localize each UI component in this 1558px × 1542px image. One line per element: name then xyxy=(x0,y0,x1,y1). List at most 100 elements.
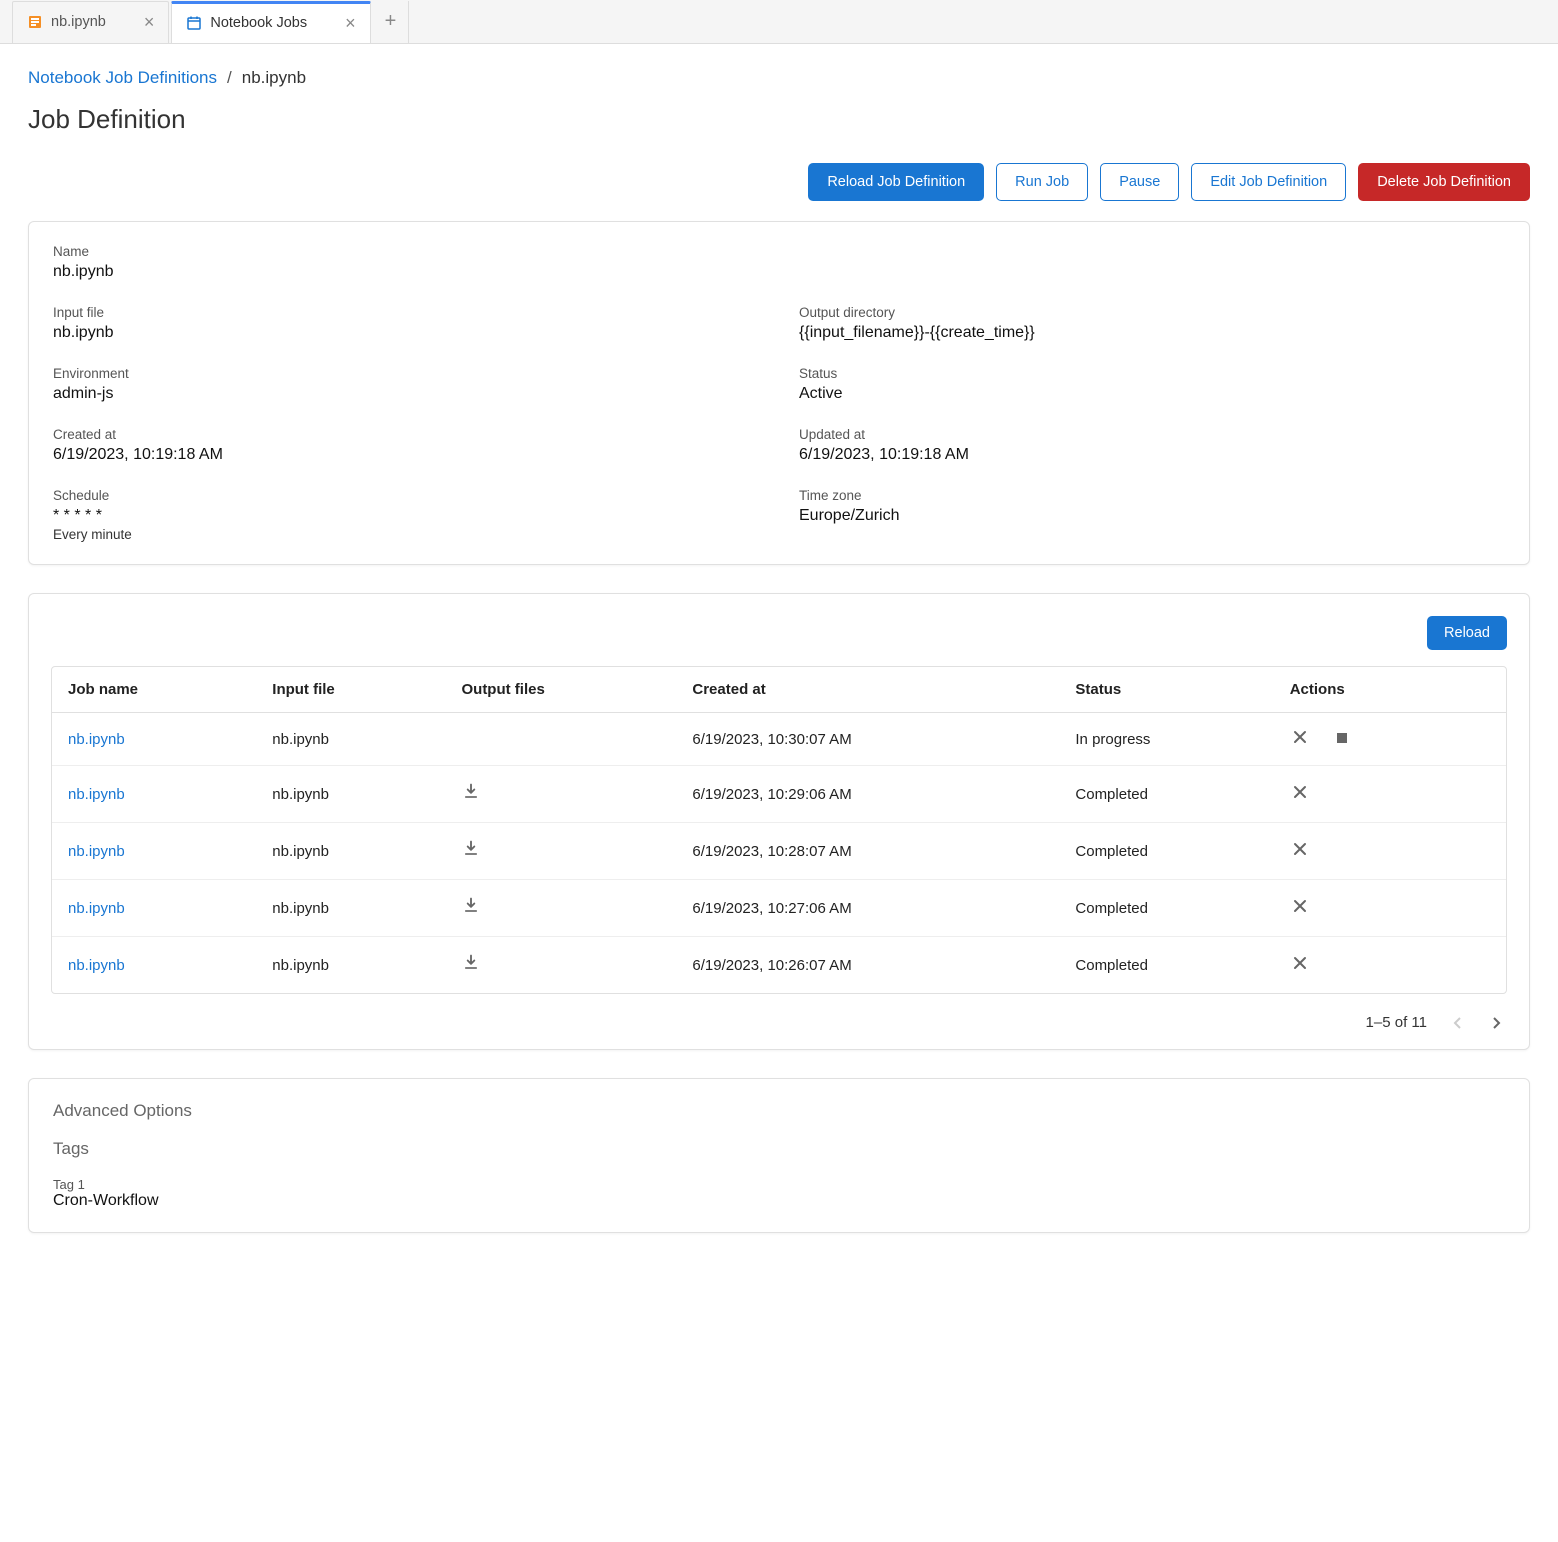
field-label: Output directory xyxy=(799,305,1505,320)
cell-status: Completed xyxy=(1059,937,1273,994)
edit-job-definition-button[interactable]: Edit Job Definition xyxy=(1191,163,1346,201)
close-icon[interactable]: × xyxy=(144,12,155,33)
field-output-directory: Output directory {{input_filename}}-{{cr… xyxy=(799,305,1505,342)
tab-label: Notebook Jobs xyxy=(210,15,307,31)
run-job-button[interactable]: Run Job xyxy=(996,163,1088,201)
field-input-file: Input file nb.ipynb xyxy=(53,305,759,342)
col-actions: Actions xyxy=(1274,667,1506,713)
job-name-link[interactable]: nb.ipynb xyxy=(68,731,125,748)
cell-status: Completed xyxy=(1059,823,1273,880)
job-runs-table: Job name Input file Output files Created… xyxy=(52,667,1506,993)
download-icon[interactable] xyxy=(461,953,481,973)
cell-created-at: 6/19/2023, 10:30:07 AM xyxy=(676,713,1059,766)
field-label: Name xyxy=(53,244,1505,259)
col-output-files: Output files xyxy=(445,667,676,713)
chevron-right-icon xyxy=(1492,1016,1502,1030)
advanced-options-card: Advanced Options Tags Tag 1 Cron-Workflo… xyxy=(28,1078,1530,1233)
field-label: Schedule xyxy=(53,488,759,503)
cell-created-at: 6/19/2023, 10:27:06 AM xyxy=(676,880,1059,937)
download-icon[interactable] xyxy=(461,782,481,802)
table-row: nb.ipynb nb.ipynb 6/19/2023, 10:29:06 AMCo… xyxy=(52,766,1506,823)
download-icon[interactable] xyxy=(461,839,481,859)
field-label: Status xyxy=(799,366,1505,381)
tag-label: Tag 1 xyxy=(53,1177,1505,1192)
field-value: 6/19/2023, 10:19:18 AM xyxy=(53,446,759,464)
chevron-left-icon xyxy=(1452,1016,1462,1030)
cell-input-file: nb.ipynb xyxy=(256,713,445,766)
download-icon[interactable] xyxy=(461,896,481,916)
cell-input-file: nb.ipynb xyxy=(256,766,445,823)
delete-run-icon[interactable] xyxy=(1290,955,1310,971)
breadcrumb-separator: / xyxy=(227,68,232,88)
field-label: Environment xyxy=(53,366,759,381)
tab-label: nb.ipynb xyxy=(51,14,106,30)
field-status: Status Active xyxy=(799,366,1505,403)
tag-item: Tag 1 Cron-Workflow xyxy=(53,1177,1505,1210)
calendar-icon xyxy=(186,15,202,31)
field-value: nb.ipynb xyxy=(53,263,1505,281)
field-label: Created at xyxy=(53,427,759,442)
table-row: nb.ipynb nb.ipynb 6/19/2023, 10:27:06 AMCo… xyxy=(52,880,1506,937)
cell-created-at: 6/19/2023, 10:29:06 AM xyxy=(676,766,1059,823)
advanced-options-title: Advanced Options xyxy=(53,1101,1505,1121)
job-definition-actions: Reload Job Definition Run Job Pause Edit… xyxy=(28,163,1530,201)
col-created-at: Created at xyxy=(676,667,1059,713)
table-row: nb.ipynb nb.ipynb 6/19/2023, 10:30:07 AMIn… xyxy=(52,713,1506,766)
tab-notebook-jobs[interactable]: Notebook Jobs × xyxy=(171,1,370,43)
field-value: admin-js xyxy=(53,385,759,403)
cell-input-file: nb.ipynb xyxy=(256,880,445,937)
col-input-file: Input file xyxy=(256,667,445,713)
job-runs-table-wrapper: Job name Input file Output files Created… xyxy=(51,666,1507,994)
delete-run-icon[interactable] xyxy=(1290,729,1310,745)
field-value: Active xyxy=(799,385,1505,403)
notebook-icon xyxy=(27,14,43,30)
col-status: Status xyxy=(1059,667,1273,713)
next-page-button[interactable] xyxy=(1487,1016,1507,1030)
field-name: Name nb.ipynb xyxy=(53,244,1505,281)
cell-status: In progress xyxy=(1059,713,1273,766)
field-value: * * * * * xyxy=(53,507,759,525)
pagination-range: 1–5 of 11 xyxy=(1366,1014,1427,1031)
reload-button[interactable]: Reload xyxy=(1427,616,1507,650)
close-icon[interactable]: × xyxy=(345,13,356,34)
delete-run-icon[interactable] xyxy=(1290,784,1310,800)
field-created-at: Created at 6/19/2023, 10:19:18 AM xyxy=(53,427,759,464)
stop-run-icon[interactable] xyxy=(1332,731,1352,745)
job-name-link[interactable]: nb.ipynb xyxy=(68,900,125,917)
delete-run-icon[interactable] xyxy=(1290,898,1310,914)
delete-run-icon[interactable] xyxy=(1290,841,1310,857)
field-label: Time zone xyxy=(799,488,1505,503)
breadcrumb-root-link[interactable]: Notebook Job Definitions xyxy=(28,68,217,88)
field-value: {{input_filename}}-{{create_time}} xyxy=(799,324,1505,342)
prev-page-button[interactable] xyxy=(1447,1016,1467,1030)
field-description: Every minute xyxy=(53,527,759,542)
cell-created-at: 6/19/2023, 10:26:07 AM xyxy=(676,937,1059,994)
tab-nb-ipynb[interactable]: nb.ipynb × xyxy=(12,1,169,43)
cell-status: Completed xyxy=(1059,766,1273,823)
job-definition-details-card: Name nb.ipynb Input file nb.ipynb Output… xyxy=(28,221,1530,565)
field-label: Updated at xyxy=(799,427,1505,442)
job-name-link[interactable]: nb.ipynb xyxy=(68,786,125,803)
table-row: nb.ipynbnb.ipynb6/19/2023, 10:28:07 AMCo… xyxy=(52,823,1506,880)
tag-value: Cron-Workflow xyxy=(53,1192,1505,1210)
cell-input-file: nb.ipynb xyxy=(256,823,445,880)
cell-input-file: nb.ipynb xyxy=(256,937,445,994)
delete-job-definition-button[interactable]: Delete Job Definition xyxy=(1358,163,1530,201)
pagination: 1–5 of 11 xyxy=(29,994,1529,1043)
table-row: nb.ipynb nb.ipynb 6/19/2023, 10:26:07 AMCo… xyxy=(52,937,1506,994)
job-name-link[interactable]: nb.ipynb xyxy=(68,957,125,974)
field-schedule: Schedule * * * * * Every minute xyxy=(53,488,759,542)
cell-status: Completed xyxy=(1059,880,1273,937)
breadcrumb: Notebook Job Definitions / nb.ipynb xyxy=(28,44,1530,104)
pause-button[interactable]: Pause xyxy=(1100,163,1179,201)
page-title: Job Definition xyxy=(28,104,1530,135)
reload-job-definition-button[interactable]: Reload Job Definition xyxy=(808,163,984,201)
tags-title: Tags xyxy=(53,1139,1505,1159)
col-job-name: Job name xyxy=(52,667,256,713)
field-updated-at: Updated at 6/19/2023, 10:19:18 AM xyxy=(799,427,1505,464)
job-name-link[interactable]: nb.ipynb xyxy=(68,843,125,860)
field-value: 6/19/2023, 10:19:18 AM xyxy=(799,446,1505,464)
add-tab-button[interactable]: + xyxy=(373,1,410,43)
tab-bar: nb.ipynb × Notebook Jobs × + xyxy=(0,0,1558,44)
field-environment: Environment admin-js xyxy=(53,366,759,403)
